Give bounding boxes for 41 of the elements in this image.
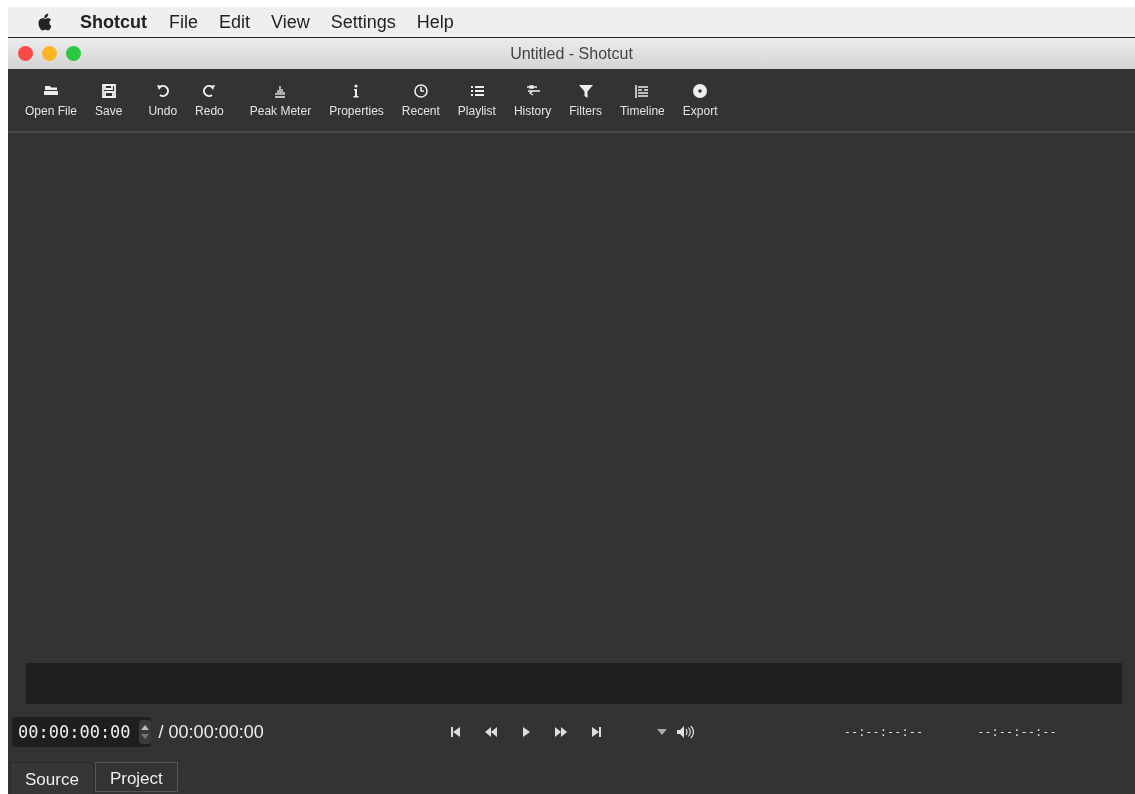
tab[interactable]: Source — [10, 762, 94, 794]
speaker-icon[interactable] — [675, 725, 694, 739]
dropdown-triangle-icon[interactable] — [655, 728, 668, 736]
menu-item[interactable]: View — [271, 11, 310, 33]
toolbar-button[interactable]: Undo — [139, 82, 187, 118]
fast-forward-icon[interactable] — [553, 726, 568, 738]
skip-end-icon[interactable] — [589, 726, 602, 738]
toolbar-button[interactable]: Timeline — [610, 82, 674, 118]
apple-logo-icon[interactable] — [36, 13, 52, 31]
menu-item[interactable]: File — [169, 11, 198, 33]
toolbar-button[interactable]: Playlist — [448, 82, 505, 118]
toolbar-button[interactable]: History — [504, 82, 561, 118]
toolbar-button[interactable]: Recent — [392, 82, 449, 118]
app-name-menu[interactable]: Shotcut — [80, 11, 147, 33]
window-title: Untitled - Shotcut — [510, 44, 633, 63]
in-point-timecode: --:--:--:-- — [843, 725, 924, 739]
out-point-timecode: --:--:--:-- — [977, 725, 1057, 739]
menu-item[interactable]: Settings — [330, 11, 396, 33]
toolbar-button[interactable]: Open File — [16, 82, 87, 118]
spin-arrows-icon[interactable] — [138, 720, 151, 744]
duration-label: / 00:00:00:00 — [158, 721, 264, 743]
toolbar-button[interactable]: Peak Meter — [240, 82, 321, 118]
timecode-field[interactable]: 00:00:00:00 — [12, 717, 151, 747]
undo-icon — [154, 82, 171, 99]
skip-start-icon[interactable] — [449, 726, 462, 738]
menu-item[interactable]: Edit — [219, 11, 251, 33]
rewind-icon[interactable] — [483, 726, 498, 738]
toolbar-button[interactable]: Export — [673, 82, 727, 118]
toolbar-button[interactable]: Redo — [186, 82, 233, 118]
toolbar-button[interactable]: Save — [86, 82, 132, 118]
tab[interactable]: Project — [94, 762, 178, 792]
toolbar-button[interactable]: Filters — [560, 82, 611, 118]
redo-icon — [201, 82, 218, 99]
funnel-icon — [577, 82, 594, 99]
slider-arrow-icon — [524, 82, 541, 99]
close-button[interactable] — [18, 46, 33, 61]
menu-item[interactable]: Help — [416, 11, 454, 33]
disc-icon — [692, 82, 709, 99]
toolbar-button[interactable]: Properties — [320, 82, 393, 118]
timeline-icon — [634, 82, 651, 99]
clock-icon — [412, 82, 429, 99]
